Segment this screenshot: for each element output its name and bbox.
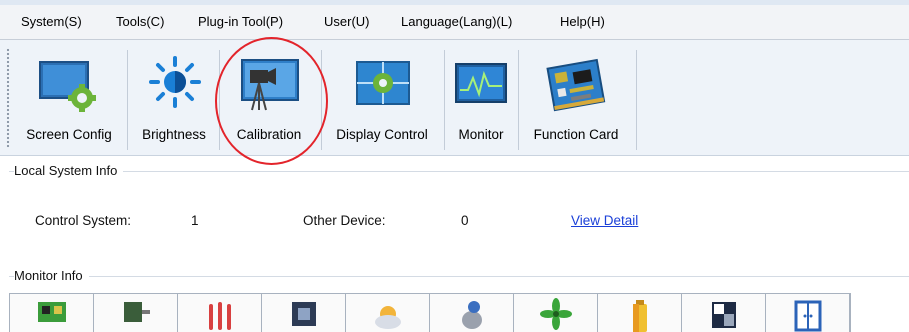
battery-icon	[633, 300, 647, 332]
toolbar-separator	[444, 50, 445, 150]
brightness-label: Brightness	[142, 127, 206, 142]
display-icon	[712, 302, 736, 328]
chip-icon	[292, 302, 316, 326]
function-card-label: Function Card	[533, 127, 619, 142]
toolbar-separator	[127, 50, 128, 150]
monitor-info-title: Monitor Info	[14, 268, 89, 283]
monitor-cell-temperature[interactable]	[178, 294, 262, 332]
monitor-cell-fan[interactable]	[514, 294, 598, 332]
calibration-icon	[241, 59, 299, 111]
menu-plugin-tool[interactable]: Plug-in Tool(P)	[198, 14, 283, 29]
monitor-cell-display[interactable]	[682, 294, 766, 332]
calibration-button[interactable]: Calibration	[222, 40, 316, 155]
display-control-button[interactable]: Display Control	[324, 40, 440, 155]
control-system-value: 1	[191, 213, 199, 228]
local-system-group-border	[9, 171, 909, 172]
monitor-cell-module[interactable]	[94, 294, 178, 332]
function-card-button[interactable]: Function Card	[521, 40, 631, 155]
humidity-icon	[462, 301, 482, 329]
monitor-button[interactable]: Monitor	[447, 40, 515, 155]
monitor-group-border	[9, 276, 909, 277]
screen-config-label: Screen Config	[26, 127, 112, 142]
brightness-button[interactable]: Brightness	[131, 40, 217, 155]
calibration-label: Calibration	[236, 127, 302, 142]
monitor-icon	[455, 63, 507, 103]
screen-config-button[interactable]: Screen Config	[14, 40, 124, 155]
other-device-label: Other Device:	[303, 213, 386, 228]
monitor-cell-humidity[interactable]	[430, 294, 514, 332]
menu-system[interactable]: System(S)	[21, 14, 82, 29]
monitor-cell-weather[interactable]	[346, 294, 430, 332]
toolbar-separator	[219, 50, 220, 150]
toolbar-separator	[321, 50, 322, 150]
menu-user[interactable]: User(U)	[324, 14, 370, 29]
toolbar-separator	[518, 50, 519, 150]
other-device-value: 0	[461, 213, 469, 228]
monitor-cell-chip[interactable]	[262, 294, 346, 332]
monitor-icon-strip	[9, 293, 851, 332]
module-icon	[124, 302, 150, 322]
fan-icon	[540, 298, 572, 330]
display-control-label: Display Control	[336, 127, 428, 142]
local-system-title: Local System Info	[14, 163, 124, 178]
brightness-icon	[149, 56, 201, 108]
temperature-icon	[209, 302, 231, 330]
cabinet-door-icon	[794, 300, 822, 332]
menu-help[interactable]: Help(H)	[560, 14, 605, 29]
menu-language[interactable]: Language(Lang)(L)	[401, 14, 512, 29]
monitor-cell-cabinet-door[interactable]	[766, 294, 850, 332]
screen-config-icon	[39, 61, 96, 112]
view-detail-link[interactable]: View Detail	[571, 213, 638, 228]
menu-tools[interactable]: Tools(C)	[116, 14, 164, 29]
weather-icon	[375, 306, 401, 329]
toolbar-grip[interactable]	[6, 48, 10, 148]
receiving-card-icon	[38, 302, 66, 322]
monitor-cell-battery[interactable]	[598, 294, 682, 332]
monitor-cell-receiving-card[interactable]	[10, 294, 94, 332]
menu-bar: System(S) Tools(C) Plug-in Tool(P) User(…	[0, 5, 909, 40]
display-control-icon	[356, 61, 410, 105]
toolbar: Screen Config Brightness Calibration Dis…	[0, 40, 909, 156]
function-card-icon	[546, 58, 606, 112]
monitor-label: Monitor	[458, 127, 504, 142]
control-system-label: Control System:	[35, 213, 132, 228]
toolbar-separator	[636, 50, 637, 150]
